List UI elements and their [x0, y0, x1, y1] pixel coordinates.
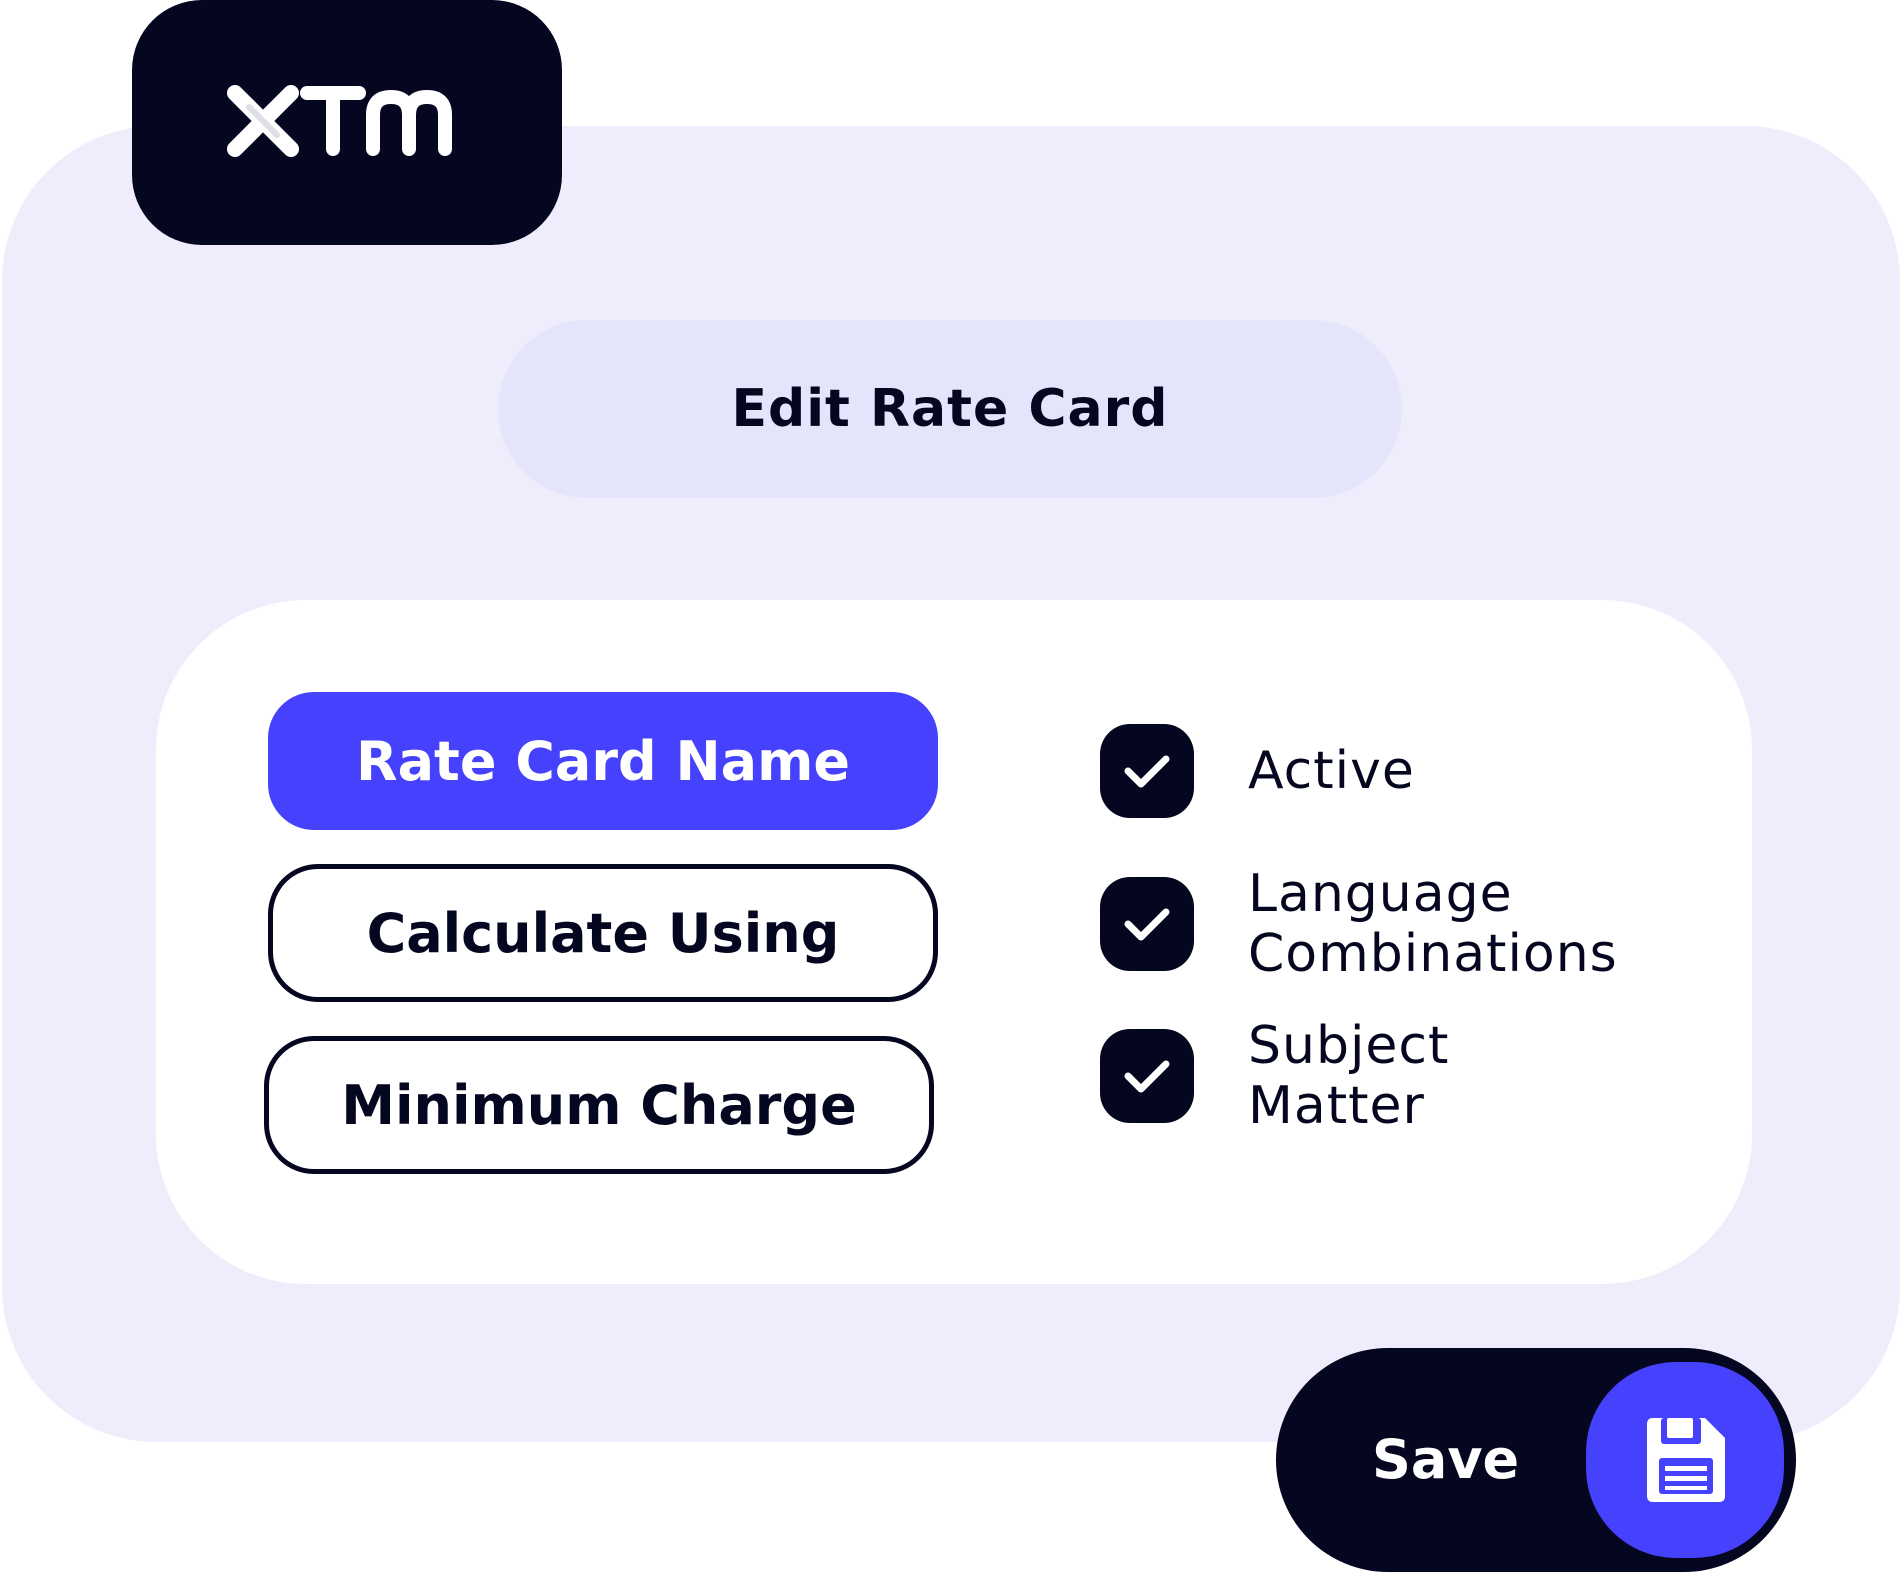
checkmark-icon	[1124, 755, 1170, 788]
minimum-charge-field[interactable]: Minimum Charge	[264, 1036, 934, 1174]
option-subject-matter: Subject Matter	[1100, 1016, 1449, 1136]
xtm-logo	[132, 0, 562, 245]
page-title-pill: Edit Rate Card	[498, 320, 1402, 498]
calculate-using-label: Calculate Using	[366, 901, 840, 965]
checkmark-icon	[1124, 908, 1170, 941]
subject-matter-checkbox[interactable]	[1100, 1029, 1194, 1123]
option-language-combinations: Language Combinations	[1100, 864, 1618, 984]
save-button[interactable]: Save	[1276, 1348, 1796, 1572]
option-active: Active	[1100, 724, 1415, 818]
minimum-charge-label: Minimum Charge	[341, 1073, 857, 1137]
language-combinations-checkbox[interactable]	[1100, 877, 1194, 971]
page-title: Edit Rate Card	[731, 379, 1169, 439]
floppy-disk-icon	[1647, 1418, 1725, 1502]
checkmark-icon	[1124, 1060, 1170, 1093]
language-combinations-label: Language Combinations	[1248, 864, 1618, 984]
save-icon-container	[1586, 1362, 1784, 1558]
rate-card-name-field[interactable]: Rate Card Name	[268, 692, 938, 830]
xtm-logo-mark	[227, 84, 452, 157]
save-button-label: Save	[1372, 1428, 1520, 1491]
rate-card-editor: Edit Rate Card Rate Card Name Calculate …	[0, 0, 1904, 1572]
calculate-using-field[interactable]: Calculate Using	[268, 864, 938, 1002]
active-checkbox[interactable]	[1100, 724, 1194, 818]
rate-card-name-label: Rate Card Name	[356, 729, 850, 793]
active-label: Active	[1248, 741, 1415, 801]
subject-matter-label: Subject Matter	[1248, 1016, 1450, 1136]
